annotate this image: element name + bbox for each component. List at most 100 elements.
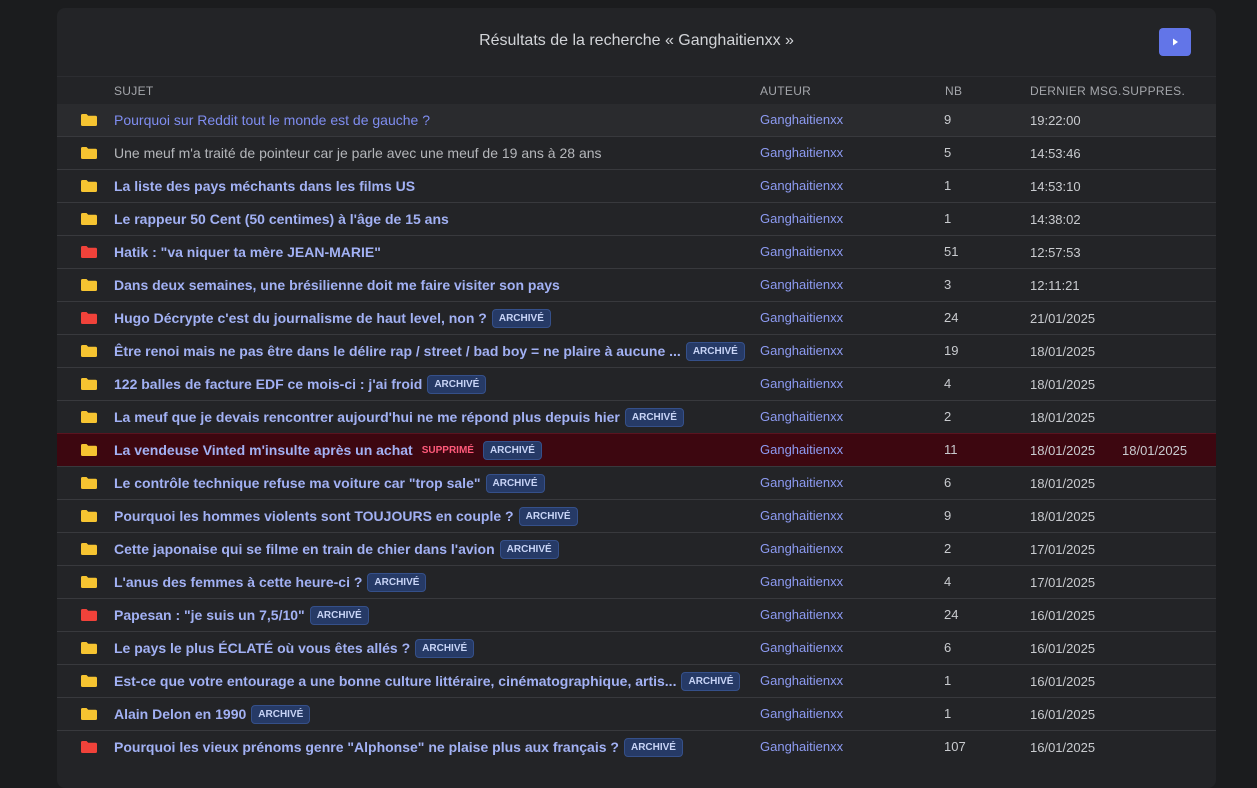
table-row[interactable]: Pourquoi sur Reddit tout le monde est de… [57,104,1216,136]
table-row[interactable]: La meuf que je devais rencontrer aujourd… [57,400,1216,433]
topic-title-link[interactable]: L'anus des femmes à cette heure-ci ? [114,574,362,590]
author-link[interactable]: Ganghaitienxx [760,310,843,325]
author-link[interactable]: Ganghaitienxx [760,475,843,490]
last-message-date[interactable]: 19:22:00 [1030,113,1081,128]
author-link[interactable]: Ganghaitienxx [760,211,843,226]
table-row[interactable]: La liste des pays méchants dans les film… [57,169,1216,202]
table-row[interactable]: Est-ce que votre entourage a une bonne c… [57,664,1216,697]
last-message-date[interactable]: 16/01/2025 [1030,641,1095,656]
message-count: 2 [944,409,952,424]
last-message-date[interactable]: 16/01/2025 [1030,740,1095,755]
author-link[interactable]: Ganghaitienxx [760,640,843,655]
message-count: 1 [944,706,952,721]
last-message-date[interactable]: 14:53:46 [1030,146,1081,161]
last-message-date[interactable]: 17/01/2025 [1030,575,1095,590]
last-message-date[interactable]: 18/01/2025 [1030,377,1095,392]
author-link[interactable]: Ganghaitienxx [760,508,843,523]
topic-title-link[interactable]: Hugo Décrypte c'est du journalisme de ha… [114,310,487,326]
author-link[interactable]: Ganghaitienxx [760,112,843,127]
table-row[interactable]: Être renoi mais ne pas être dans le déli… [57,334,1216,367]
topic-title-link[interactable]: Cette japonaise qui se filme en train de… [114,541,495,557]
table-row[interactable]: Alain Delon en 1990 ARCHIVÉ Ganghaitienxx 1… [57,697,1216,730]
column-header-last-message[interactable]: DERNIER MSG. [1030,84,1122,98]
message-count: 3 [944,277,952,292]
table-row[interactable]: Pourquoi les hommes violents sont TOUJOU… [57,499,1216,532]
topic-title-link[interactable]: Dans deux semaines, une brésilienne doit… [114,277,560,293]
last-message-date[interactable]: 18/01/2025 [1030,410,1095,425]
topic-title-link[interactable]: Le pays le plus ÉCLATÉ où vous êtes allé… [114,640,410,656]
topic-title-link[interactable]: Être renoi mais ne pas être dans le déli… [114,343,681,359]
topic-title-link[interactable]: Pourquoi les hommes violents sont TOUJOU… [114,508,514,524]
last-message-date[interactable]: 18/01/2025 [1030,476,1095,491]
last-message-date[interactable]: 18/01/2025 [1030,443,1095,458]
message-count: 1 [944,673,952,688]
author-link[interactable]: Ganghaitienxx [760,409,843,424]
topic-title-link[interactable]: Papesan : "je suis un 7,5/10" [114,607,305,623]
column-header-deleted[interactable]: SUPPRES. [1122,84,1185,98]
last-message-date[interactable]: 21/01/2025 [1030,311,1095,326]
table-row[interactable]: Cette japonaise qui se filme en train de… [57,532,1216,565]
table-header: SUJET AUTEUR NB DERNIER MSG. SUPPRES. [57,77,1216,104]
topic-title-link[interactable]: Une meuf m'a traité de pointeur car je p… [114,145,602,161]
topic-subject-cell: Pourquoi les vieux prénoms genre "Alphon… [114,731,683,763]
topic-title-link[interactable]: Hatik : "va niquer ta mère JEAN-MARIE" [114,244,381,260]
table-row[interactable]: Le contrôle technique refuse ma voiture … [57,466,1216,499]
last-message-date[interactable]: 14:53:10 [1030,179,1081,194]
hot-folder-icon [81,741,97,753]
play-button[interactable] [1159,28,1191,56]
author-link[interactable]: Ganghaitienxx [760,739,843,754]
last-message-date[interactable]: 16/01/2025 [1030,674,1095,689]
table-row[interactable]: La vendeuse Vinted m'insulte après un ac… [57,433,1216,466]
topic-subject-cell: Hatik : "va niquer ta mère JEAN-MARIE" [114,236,381,268]
folder-icon [81,411,97,423]
author-link[interactable]: Ganghaitienxx [760,343,843,358]
table-row[interactable]: Dans deux semaines, une brésilienne doit… [57,268,1216,301]
topic-title-link[interactable]: La liste des pays méchants dans les film… [114,178,415,194]
last-message-date[interactable]: 18/01/2025 [1030,509,1095,524]
last-message-date[interactable]: 16/01/2025 [1030,608,1095,623]
table-row[interactable]: Le pays le plus ÉCLATÉ où vous êtes allé… [57,631,1216,664]
last-message-date[interactable]: 16/01/2025 [1030,707,1095,722]
table-row[interactable]: Une meuf m'a traité de pointeur car je p… [57,136,1216,169]
topic-subject-cell: Dans deux semaines, une brésilienne doit… [114,269,560,301]
folder-icon [81,378,97,390]
topic-title-link[interactable]: La meuf que je devais rencontrer aujourd… [114,409,620,425]
topic-title-link[interactable]: Pourquoi les vieux prénoms genre "Alphon… [114,739,619,755]
last-message-date[interactable]: 12:57:53 [1030,245,1081,260]
topic-title-link[interactable]: La vendeuse Vinted m'insulte après un ac… [114,442,413,458]
author-link[interactable]: Ganghaitienxx [760,178,843,193]
topic-title-link[interactable]: Le rappeur 50 Cent (50 centimes) à l'âge… [114,211,449,227]
author-link[interactable]: Ganghaitienxx [760,673,843,688]
author-link[interactable]: Ganghaitienxx [760,277,843,292]
table-row[interactable]: Le rappeur 50 Cent (50 centimes) à l'âge… [57,202,1216,235]
column-header-subject[interactable]: SUJET [114,84,154,98]
table-row[interactable]: Hatik : "va niquer ta mère JEAN-MARIE" Ga… [57,235,1216,268]
last-message-date[interactable]: 14:38:02 [1030,212,1081,227]
author-link[interactable]: Ganghaitienxx [760,145,843,160]
table-row[interactable]: 122 balles de facture EDF ce mois-ci : j… [57,367,1216,400]
table-row[interactable]: Pourquoi les vieux prénoms genre "Alphon… [57,730,1216,763]
table-row[interactable]: Papesan : "je suis un 7,5/10" ARCHIVÉ Gang… [57,598,1216,631]
column-header-author[interactable]: AUTEUR [760,84,811,98]
author-link[interactable]: Ganghaitienxx [760,574,843,589]
author-link[interactable]: Ganghaitienxx [760,442,843,457]
topic-subject-cell: Le pays le plus ÉCLATÉ où vous êtes allé… [114,632,475,664]
topic-title-link[interactable]: Le contrôle technique refuse ma voiture … [114,475,481,491]
last-message-date[interactable]: 17/01/2025 [1030,542,1095,557]
author-link[interactable]: Ganghaitienxx [760,607,843,622]
author-link[interactable]: Ganghaitienxx [760,376,843,391]
topic-title-link[interactable]: Est-ce que votre entourage a une bonne c… [114,673,676,689]
author-link[interactable]: Ganghaitienxx [760,541,843,556]
column-header-nb[interactable]: NB [945,84,962,98]
topic-subject-cell: Le contrôle technique refuse ma voiture … [114,467,545,499]
topic-subject-cell: Est-ce que votre entourage a une bonne c… [114,665,741,697]
topic-title-link[interactable]: Pourquoi sur Reddit tout le monde est de… [114,112,430,128]
topic-title-link[interactable]: 122 balles de facture EDF ce mois-ci : j… [114,376,422,392]
last-message-date[interactable]: 12:11:21 [1030,278,1080,293]
author-link[interactable]: Ganghaitienxx [760,706,843,721]
table-row[interactable]: Hugo Décrypte c'est du journalisme de ha… [57,301,1216,334]
table-row[interactable]: L'anus des femmes à cette heure-ci ? ARCH… [57,565,1216,598]
last-message-date[interactable]: 18/01/2025 [1030,344,1095,359]
topic-title-link[interactable]: Alain Delon en 1990 [114,706,246,722]
author-link[interactable]: Ganghaitienxx [760,244,843,259]
